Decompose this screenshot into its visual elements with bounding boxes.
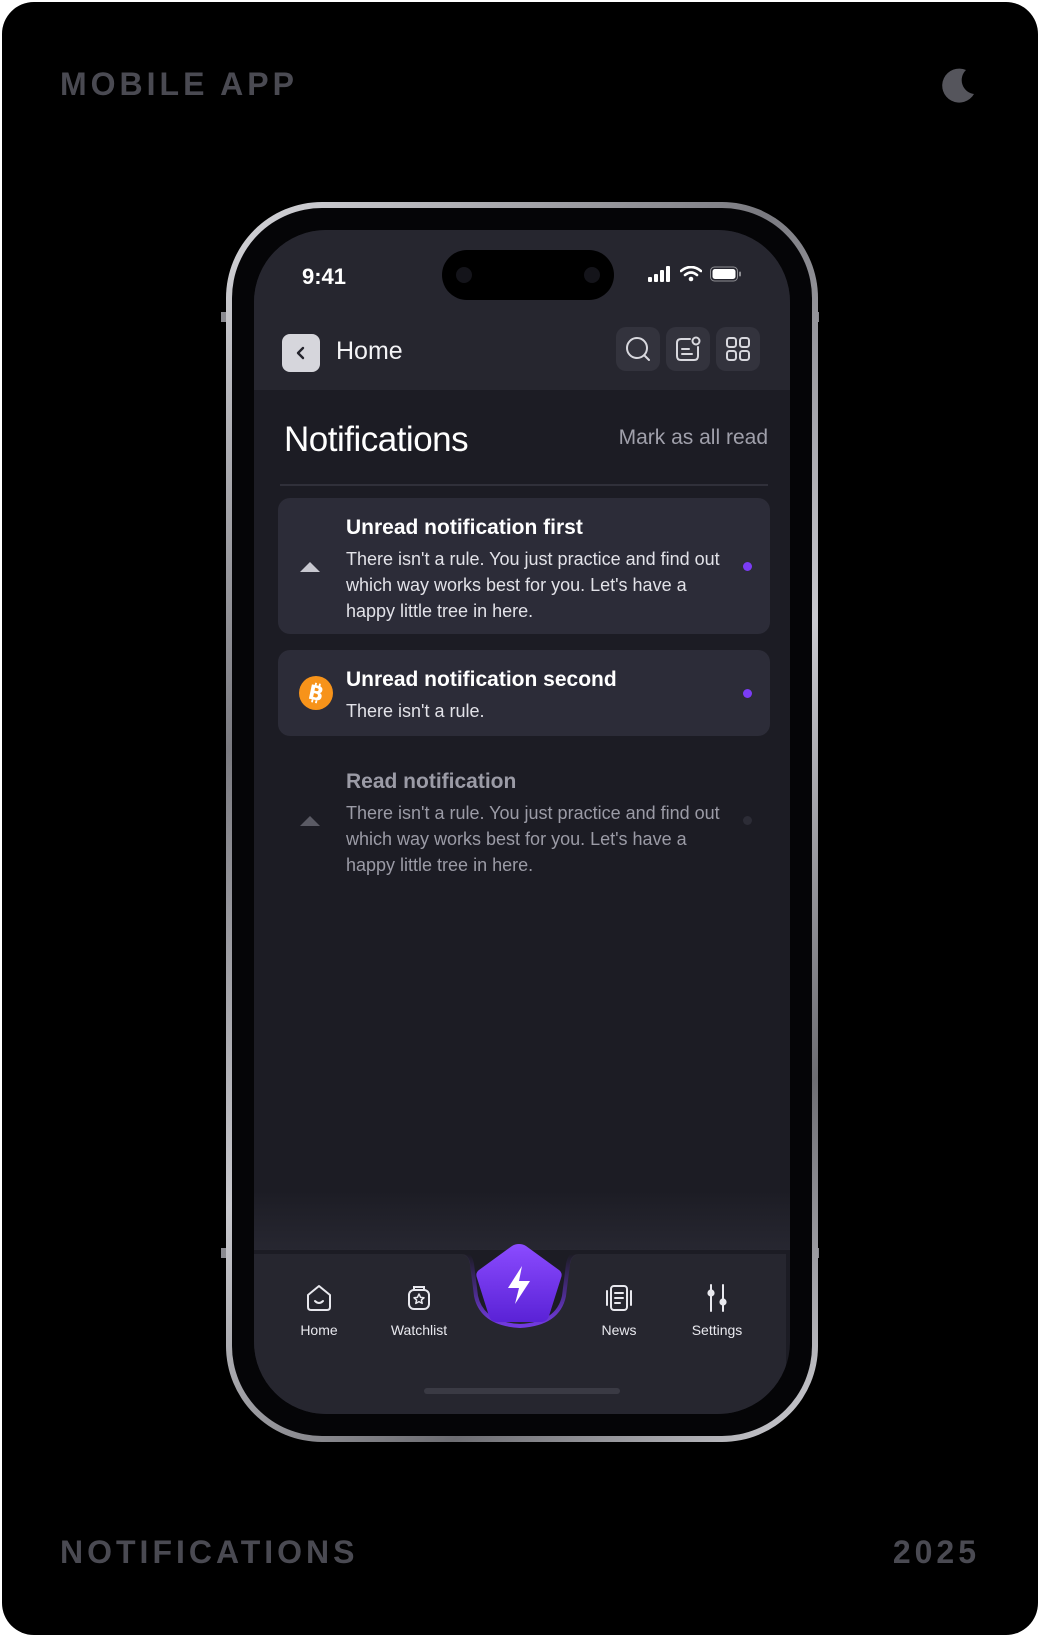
menu-grid-button[interactable] (716, 327, 760, 371)
status-time: 9:41 (302, 264, 347, 289)
camera-icon (584, 267, 600, 283)
showcase-frame: MOBILE APP NOTIFICATIONS 2025 9:41 Home … (2, 2, 1038, 1635)
message-badge-icon (676, 336, 701, 361)
chevron-left-icon (296, 346, 305, 360)
notification-item[interactable]: B Unread notification second There isn't… (278, 650, 770, 736)
tab-bar: Home Watchlist News Settings (254, 1238, 790, 1414)
showcase-bottom-left-label: NOTIFICATIONS (60, 1534, 359, 1570)
read-dot (743, 816, 752, 825)
app-header: Home (254, 320, 790, 390)
notifications-button[interactable] (666, 327, 710, 371)
search-button[interactable] (616, 327, 660, 371)
tab-label: Watchlist (390, 1322, 448, 1338)
showcase-bottom-right-label: 2025 (892, 1534, 980, 1570)
news-icon (606, 1285, 632, 1311)
tab-home[interactable]: Home (274, 1282, 364, 1338)
tab-label: Settings (691, 1322, 743, 1338)
notification-body: There isn't a rule. (346, 701, 485, 721)
home-indicator (424, 1388, 620, 1394)
notification-body: There isn't a rule. You just practice an… (346, 803, 720, 875)
tab-watchlist[interactable]: Watchlist (374, 1282, 464, 1338)
phone-bezel: 9:41 Home Notifications Mark as all read… (232, 208, 812, 1436)
home-icon (307, 1285, 331, 1311)
cellular-signal-icon (648, 266, 670, 282)
tab-settings[interactable]: Settings (672, 1282, 762, 1338)
triangle-up-icon (300, 816, 320, 826)
settings-icon (707, 1284, 727, 1312)
phone-mockup: 9:41 Home Notifications Mark as all read… (226, 202, 818, 1442)
mark-all-read-button[interactable]: Mark as all read (619, 426, 768, 450)
notification-title: Unread notification first (346, 516, 583, 539)
unread-dot (743, 689, 752, 698)
status-bar: 9:41 (254, 230, 790, 320)
status-icons (648, 266, 742, 282)
notification-item[interactable]: Read notification There isn't a rule. Yo… (278, 752, 770, 888)
battery-icon (710, 266, 741, 282)
notification-title: Read notification (346, 770, 517, 793)
moon-icon[interactable] (936, 64, 980, 108)
tab-label: News (601, 1322, 637, 1338)
quick-action-button[interactable] (464, 1238, 574, 1348)
page-title: Notifications (284, 420, 469, 459)
divider (280, 484, 768, 486)
unread-dot (743, 562, 752, 571)
tab-label: Home (300, 1322, 338, 1338)
dynamic-island (442, 250, 614, 300)
pentagon-action-background (476, 1244, 562, 1322)
phone-screen: 9:41 Home Notifications Mark as all read… (254, 230, 790, 1414)
search-icon (626, 337, 650, 361)
notification-item[interactable]: Unread notification first There isn't a … (278, 498, 770, 634)
wifi-icon (680, 266, 702, 282)
sensor-icon (456, 267, 472, 283)
notification-body: There isn't a rule. You just practice an… (346, 549, 720, 621)
bitcoin-icon: B (299, 676, 333, 710)
notification-title: Unread notification second (346, 668, 617, 691)
showcase-top-label: MOBILE APP (60, 66, 298, 102)
tab-news[interactable]: News (574, 1282, 664, 1338)
back-label[interactable]: Home (336, 337, 403, 366)
back-button[interactable] (282, 334, 320, 372)
triangle-up-icon (300, 562, 320, 572)
watchlist-icon (408, 1286, 430, 1310)
grid-icon (726, 337, 750, 361)
